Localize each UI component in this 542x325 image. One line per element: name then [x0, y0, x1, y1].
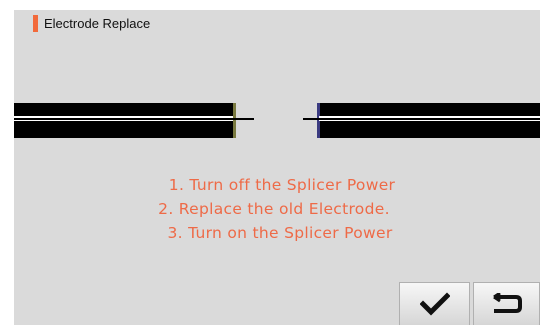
confirm-button[interactable]	[399, 282, 470, 325]
instruction-step-2: 2. Replace the old Electrode.	[158, 200, 390, 218]
right-fiber-core-line	[303, 118, 540, 120]
instruction-step-1: 1. Turn off the Splicer Power	[168, 176, 396, 194]
back-button[interactable]	[473, 282, 540, 325]
instruction-step-3: 3. Turn on the Splicer Power	[167, 224, 393, 242]
left-fiber-end	[233, 103, 236, 138]
left-fiber-core-line	[14, 118, 254, 120]
title-accent-marker	[33, 15, 38, 32]
instruction-list: 1. Turn off the Splicer Power 2. Replace…	[14, 173, 540, 245]
return-arrow-icon	[492, 293, 522, 313]
splicer-screen: Electrode Replace 1. Turn off the Splice…	[14, 10, 540, 325]
checkmark-icon	[419, 292, 450, 316]
title-bar: Electrode Replace	[33, 15, 150, 32]
page-title: Electrode Replace	[44, 16, 151, 31]
fiber-view	[14, 103, 540, 139]
